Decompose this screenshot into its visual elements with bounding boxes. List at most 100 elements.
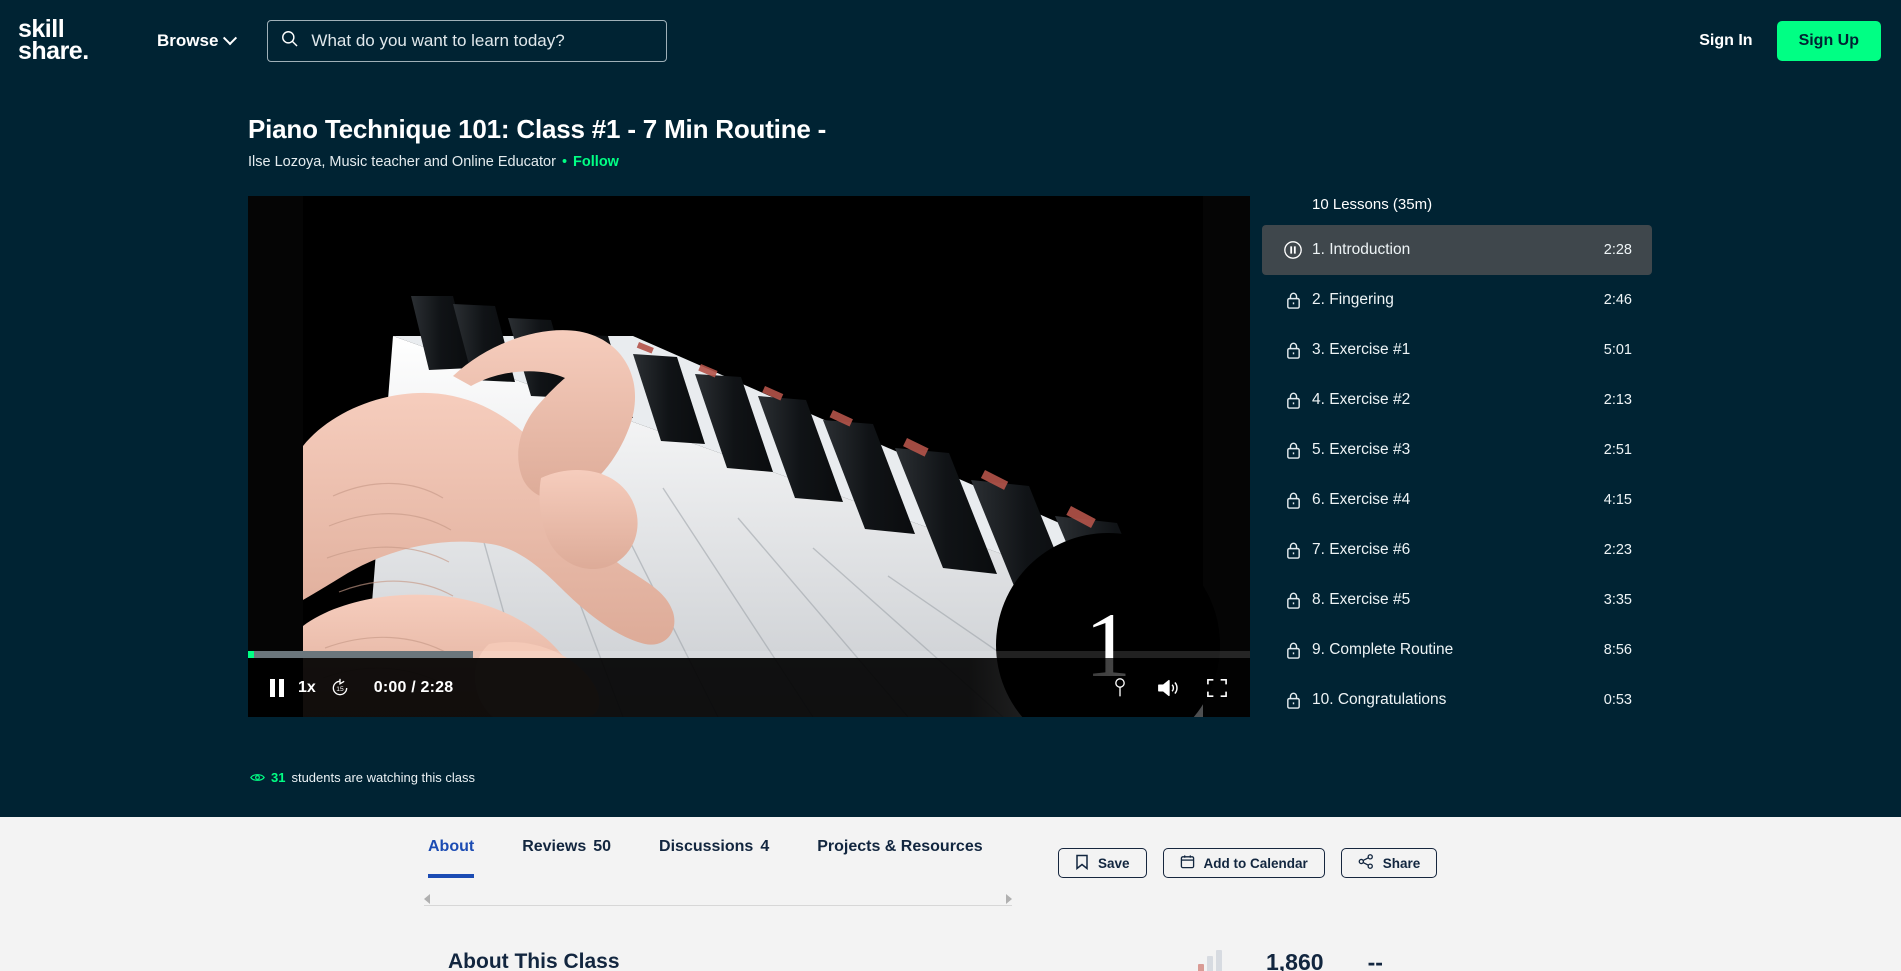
lesson-item-3[interactable]: 3. Exercise #1 5:01: [1262, 325, 1652, 375]
tab-count: 4: [760, 838, 770, 855]
teacher-name: Ilse Lozoya, Music teacher and Online Ed…: [248, 154, 556, 170]
students-count: 1,860: [1266, 949, 1324, 971]
lesson-title: 9. Complete Routine: [1312, 641, 1454, 658]
quality-settings-icon[interactable]: [1110, 677, 1130, 699]
fullscreen-icon[interactable]: [1206, 678, 1228, 698]
site-header: skill share. Browse Sign In Sign Up: [0, 0, 1901, 82]
chevron-down-icon: [223, 30, 238, 45]
video-player[interactable]: 1 1x 15 0:00 / 2:28: [248, 196, 1250, 717]
progress-buffered: [248, 651, 474, 658]
secondary-stat: --: [1367, 949, 1383, 971]
lesson-item-8[interactable]: 8. Exercise #5 3:35: [1262, 575, 1652, 625]
watching-status: 31 students are watching this class: [250, 770, 475, 785]
lesson-title: 8. Exercise #5: [1312, 591, 1411, 608]
scroll-right-arrow-icon[interactable]: [1006, 893, 1012, 904]
tab-reviews[interactable]: Reviews 50: [522, 838, 611, 878]
action-label: Add to Calendar: [1203, 855, 1308, 871]
lock-icon: [1274, 391, 1312, 410]
lesson-title: 10. Congratulations: [1312, 691, 1447, 708]
volume-icon[interactable]: [1156, 677, 1180, 699]
tab-about[interactable]: About: [428, 838, 475, 878]
tab-label: About: [428, 838, 475, 855]
watching-label: students are watching this class: [291, 770, 476, 785]
lesson-title: 7. Exercise #6: [1312, 541, 1411, 558]
lock-icon: [1274, 691, 1312, 710]
lesson-duration: 0:53: [1603, 692, 1632, 708]
scroll-left-arrow-icon[interactable]: [424, 893, 430, 904]
skillshare-logo[interactable]: skill share.: [18, 17, 130, 63]
lesson-title: 1. Introduction: [1312, 241, 1411, 258]
watching-count: 31: [271, 770, 286, 785]
byline-separator: •: [561, 154, 568, 170]
lesson-item-10[interactable]: 10. Congratulations 0:53: [1262, 675, 1652, 725]
lesson-duration: 2:13: [1603, 392, 1632, 408]
share-button[interactable]: Share: [1340, 848, 1438, 878]
lesson-list: 10 Lessons (35m) 1. Introduction 2:28 2. F…: [1262, 196, 1652, 725]
tab-projects-resources[interactable]: Projects & Resources: [817, 838, 982, 878]
pause-button[interactable]: [270, 678, 284, 697]
sign-in-link[interactable]: Sign In: [1699, 32, 1752, 50]
bar-chart-icon: [1198, 948, 1222, 971]
lesson-duration: 8:56: [1603, 642, 1632, 658]
lesson-title: 3. Exercise #1: [1312, 341, 1411, 358]
lesson-duration: 3:35: [1603, 592, 1632, 608]
calendar-icon: [1180, 854, 1195, 872]
player-left-controls: 1x 15 0:00 / 2:28: [270, 678, 453, 698]
about-heading: About This Class: [448, 950, 620, 971]
progress-played: [248, 651, 254, 658]
lesson-duration: 2:46: [1603, 292, 1632, 308]
class-stats: 1,860 --: [1198, 948, 1383, 971]
video-frame: 1: [248, 196, 1250, 717]
pause-circle-icon: [1274, 240, 1312, 260]
lock-icon: [1274, 541, 1312, 560]
lesson-duration: 4:15: [1603, 492, 1632, 508]
lesson-rows: 1. Introduction 2:28 2. Fingering 2:46 3. Ex…: [1262, 225, 1652, 725]
class-header: Piano Technique 101: Class #1 - 7 Min Ro…: [248, 114, 826, 170]
lesson-title: 4. Exercise #2: [1312, 391, 1411, 408]
playback-speed-button[interactable]: 1x: [298, 679, 316, 697]
lesson-title: 6. Exercise #4: [1312, 491, 1411, 508]
tab-label: Projects & Resources: [817, 838, 983, 855]
browse-label: Browse: [157, 30, 219, 50]
progress-bar[interactable]: [248, 651, 1250, 658]
lesson-item-4[interactable]: 4. Exercise #2 2:13: [1262, 375, 1652, 425]
lesson-duration: 2:28: [1603, 242, 1632, 258]
save-button[interactable]: Save: [1058, 848, 1147, 878]
teacher-byline: Ilse Lozoya, Music teacher and Online Ed…: [248, 154, 826, 170]
player-controls: 1x 15 0:00 / 2:28: [248, 651, 1250, 717]
sign-up-button[interactable]: Sign Up: [1776, 20, 1881, 61]
eye-icon: [250, 772, 265, 783]
tab-label: Reviews: [522, 838, 587, 855]
lock-icon: [1274, 291, 1312, 310]
lock-icon: [1274, 591, 1312, 610]
class-action-buttons: Save Add to Calendar Share: [1058, 848, 1438, 878]
action-label: Share: [1382, 855, 1421, 871]
lock-icon: [1274, 641, 1312, 660]
page-title: Piano Technique 101: Class #1 - 7 Min Ro…: [248, 114, 827, 144]
action-label: Save: [1098, 855, 1130, 871]
search-icon: [280, 29, 299, 53]
lesson-item-1[interactable]: 1. Introduction 2:28: [1262, 225, 1652, 275]
player-right-controls: [1110, 677, 1228, 699]
lesson-title: 5. Exercise #3: [1312, 441, 1411, 458]
lesson-item-6[interactable]: 6. Exercise #4 4:15: [1262, 475, 1652, 525]
lock-icon: [1274, 441, 1312, 460]
browse-menu[interactable]: Browse: [157, 30, 238, 51]
lesson-item-5[interactable]: 5. Exercise #3 2:51: [1262, 425, 1652, 475]
follow-button[interactable]: Follow: [573, 154, 619, 170]
tab-bar: About Reviews 50 Discussions 4 Projects & Res…: [428, 838, 1031, 878]
tab-label: Discussions: [659, 838, 754, 855]
time-display: 0:00 / 2:28: [373, 678, 454, 696]
add-to-calendar-button[interactable]: Add to Calendar: [1162, 848, 1325, 878]
rewind-15-icon[interactable]: 15: [330, 678, 350, 698]
tab-scrollbar[interactable]: [424, 892, 1012, 906]
lock-icon: [1274, 341, 1312, 360]
lesson-item-7[interactable]: 7. Exercise #6 2:23: [1262, 525, 1652, 575]
lesson-item-2[interactable]: 2. Fingering 2:46: [1262, 275, 1652, 325]
search-box[interactable]: [267, 19, 668, 62]
tab-discussions[interactable]: Discussions 4: [659, 838, 769, 878]
tab-count: 50: [593, 838, 612, 855]
lesson-item-9[interactable]: 9. Complete Routine 8:56: [1262, 625, 1652, 675]
search-input[interactable]: [311, 30, 655, 51]
svg-text:15: 15: [336, 685, 344, 692]
